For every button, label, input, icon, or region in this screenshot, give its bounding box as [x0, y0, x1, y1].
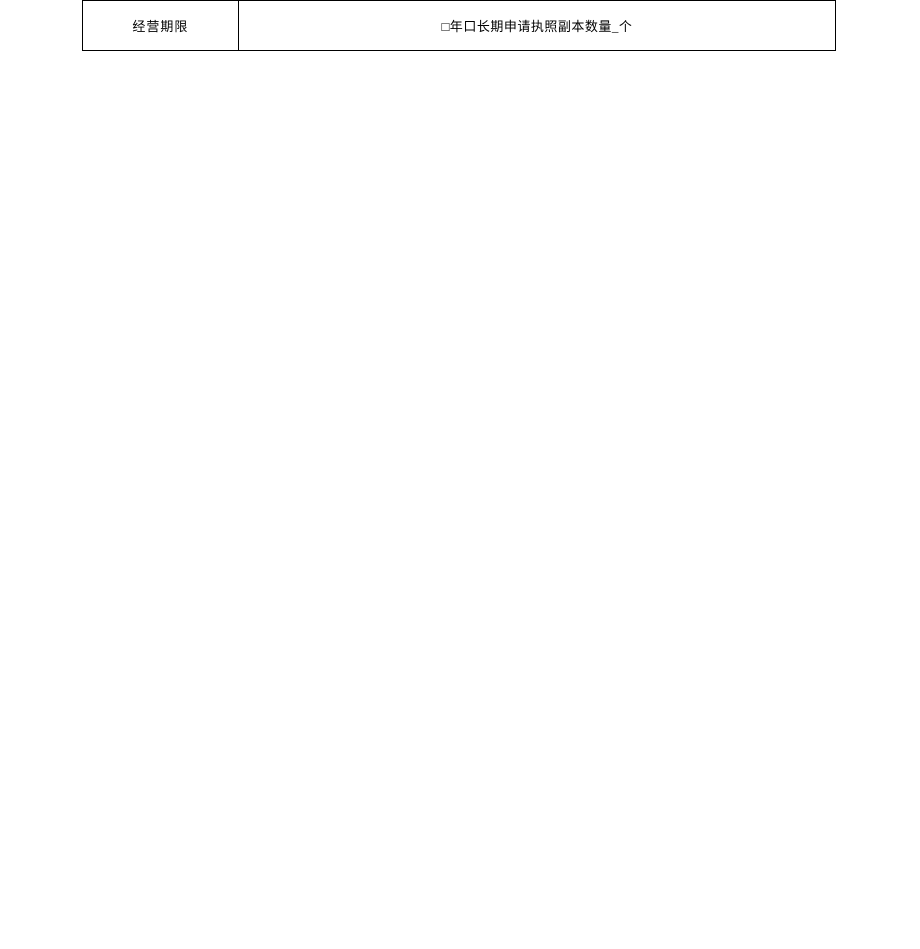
row-label: 经营期限 [132, 16, 188, 35]
checkbox-icon: 口 [463, 16, 477, 35]
text-year: 年 [450, 19, 464, 34]
row-label-cell: 经营期限 [83, 1, 239, 51]
row-content: □年口长期申请执照副本数量_个 [441, 16, 632, 35]
row-content-cell: □年口长期申请执照副本数量_个 [238, 1, 835, 51]
table-row: 经营期限 □年口长期申请执照副本数量_个 [83, 1, 836, 51]
form-table: 经营期限 □年口长期申请执照副本数量_个 [82, 0, 836, 51]
form-table-container: 经营期限 □年口长期申请执照副本数量_个 [82, 0, 836, 51]
text-longterm: 长期申请执照副本数量_个 [477, 19, 633, 34]
checkbox-icon: □ [441, 19, 449, 34]
